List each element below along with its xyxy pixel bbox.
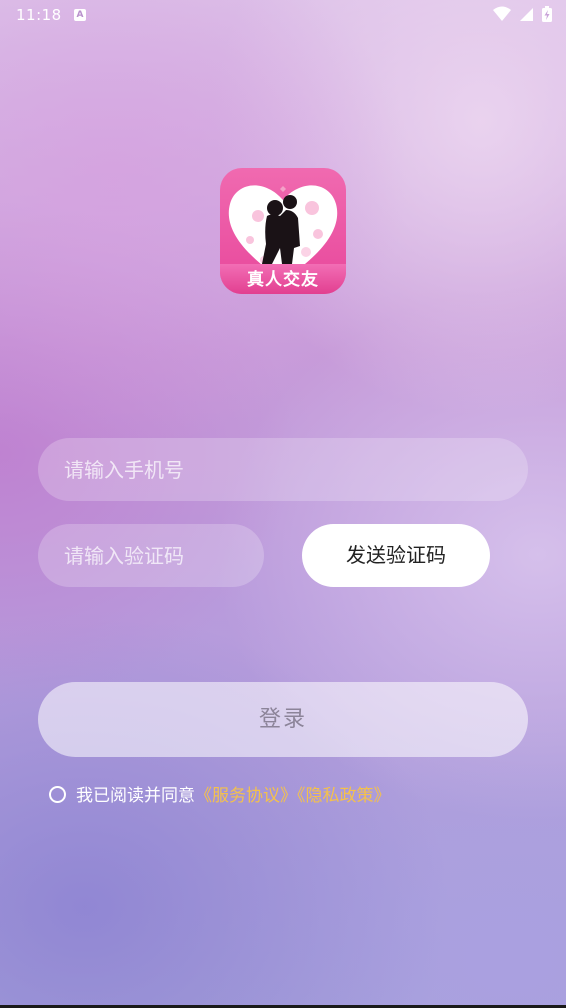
status-icons: [490, 6, 552, 22]
a-badge-icon: A: [74, 9, 86, 21]
agreement-text: 我已阅读并同意: [76, 786, 195, 806]
privacy-policy-link[interactable]: 《隐私政策》: [297, 786, 391, 806]
status-time: 11:18: [16, 6, 62, 24]
agreement-row: 我已阅读并同意《服务协议》《隐私政策》: [49, 784, 391, 808]
wifi-icon: [493, 6, 512, 21]
phone-field[interactable]: [38, 438, 528, 501]
agree-checkbox[interactable]: [49, 785, 66, 803]
service-agreement-link[interactable]: 《服务协议》: [195, 786, 297, 806]
phone-input[interactable]: [38, 438, 528, 501]
battery-charging-icon: [542, 6, 552, 22]
send-code-button[interactable]: 发送验证码: [302, 524, 490, 587]
code-field[interactable]: [38, 524, 264, 587]
app-logo-label: 真人交友: [247, 270, 319, 290]
login-button[interactable]: 登录: [38, 682, 528, 757]
app-logo: 真人交友: [220, 168, 346, 294]
signal-icon: [520, 8, 534, 21]
verification-code-input[interactable]: [38, 524, 264, 587]
status-bar: 11:18 A: [0, 0, 566, 30]
